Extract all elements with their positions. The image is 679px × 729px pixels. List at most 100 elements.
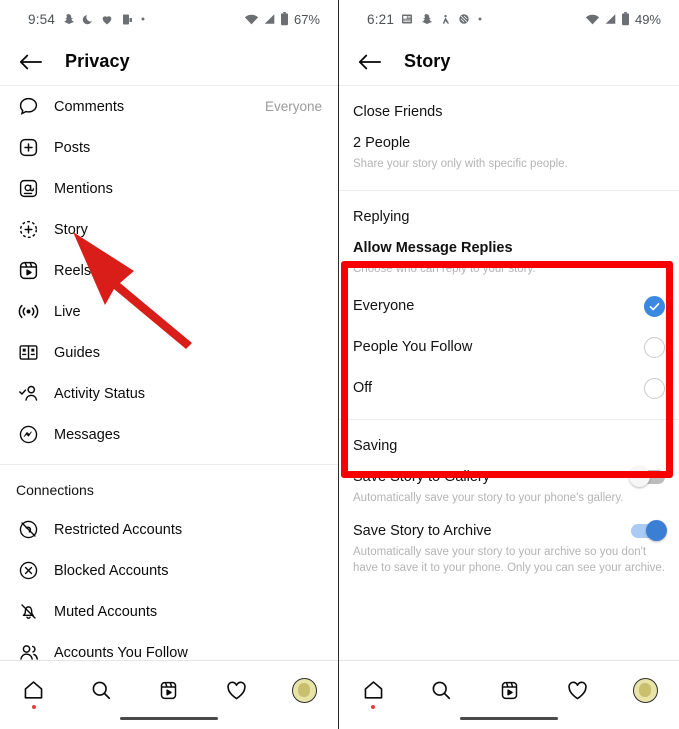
sidebar-item-label: Guides	[54, 344, 100, 361]
sports-icon	[458, 13, 470, 25]
home-notification-dot	[371, 705, 375, 709]
right-status-left: 6:21	[367, 12, 483, 27]
sidebar-item-story[interactable]: Story	[0, 209, 338, 250]
story-plus-icon	[16, 217, 41, 242]
muted-account-icon	[16, 599, 41, 624]
status-time: 9:54	[28, 11, 56, 27]
heart-icon[interactable]	[555, 673, 599, 707]
toggle-knob	[629, 465, 650, 487]
allow-message-replies-title: Allow Message Replies	[353, 240, 513, 257]
sidebar-item-activity-status[interactable]: Activity Status	[0, 373, 338, 414]
radio-unchecked-icon[interactable]	[644, 336, 665, 358]
sidebar-item-label: Restricted Accounts	[54, 521, 183, 538]
live-icon	[16, 299, 41, 324]
moon-icon	[82, 13, 93, 26]
home-icon[interactable]	[351, 673, 395, 709]
right-app-bar: Story	[339, 38, 679, 86]
radio-unchecked-icon[interactable]	[644, 377, 665, 399]
battery-percent: 49%	[634, 11, 661, 27]
wifi-icon	[244, 13, 259, 25]
section-header-close-friends: Close Friends	[353, 104, 443, 120]
sidebar-item-comments[interactable]: Comments Everyone	[0, 86, 338, 127]
battery-icon	[280, 12, 289, 26]
reels-icon[interactable]	[487, 673, 531, 707]
right-phone-screen: 6:21 49% Story Close Friends 2 People Sh…	[339, 0, 679, 729]
save-story-to-archive-row[interactable]: Save Story to Archive	[339, 514, 679, 542]
sidebar-item-label: Mentions	[54, 180, 113, 197]
sidebar-item-posts[interactable]: Posts	[0, 127, 338, 168]
sidebar-item-reels[interactable]: Reels	[0, 250, 338, 291]
avatar-face	[298, 683, 311, 697]
battery-icon	[621, 12, 630, 26]
sidebar-item-messages[interactable]: Messages	[0, 414, 338, 455]
phone-link-icon	[121, 13, 133, 26]
reels-icon	[16, 258, 41, 283]
sidebar-item-value: Everyone	[264, 99, 322, 114]
section-close-friends: Close Friends 2 People Share your story …	[339, 86, 679, 190]
avatar	[632, 677, 658, 703]
save-story-to-gallery-row[interactable]: Save Story to Gallery	[339, 460, 679, 488]
snapchat-icon	[420, 13, 433, 26]
profile-avatar[interactable]	[282, 673, 326, 707]
restricted-account-icon	[16, 517, 41, 542]
left-phone-screen: 9:54 67% Privacy Comments Everyone Posts…	[0, 0, 339, 729]
search-icon[interactable]	[419, 673, 463, 707]
dot-icon	[477, 16, 483, 22]
save-story-to-archive-description: Automatically save your story to your ar…	[353, 545, 665, 575]
comment-bubble-icon	[16, 94, 41, 119]
reply-option-people-you-follow[interactable]: People You Follow	[339, 327, 679, 368]
close-friends-row[interactable]: 2 People	[339, 126, 679, 154]
home-icon[interactable]	[12, 673, 56, 709]
person-icon	[440, 13, 451, 26]
section-header-replying: Replying	[353, 209, 410, 226]
news-icon	[401, 13, 413, 25]
at-sign-icon	[16, 176, 41, 201]
sidebar-item-accounts-you-follow[interactable]: Accounts You Follow	[0, 632, 338, 660]
sidebar-item-label: Muted Accounts	[54, 603, 158, 620]
sidebar-item-mentions[interactable]: Mentions	[0, 168, 338, 209]
left-status-bar: 9:54 67%	[0, 0, 338, 38]
back-arrow-icon[interactable]	[16, 47, 46, 77]
sidebar-item-label: Story	[54, 221, 88, 238]
reply-option-off[interactable]: Off	[339, 368, 679, 409]
sidebar-item-blocked-accounts[interactable]: Blocked Accounts	[0, 550, 338, 591]
reply-option-everyone[interactable]: Everyone	[339, 286, 679, 327]
save-story-to-archive-toggle[interactable]	[631, 519, 667, 541]
search-icon[interactable]	[79, 673, 123, 707]
sidebar-item-label: Comments	[54, 98, 125, 115]
signal-icon	[604, 13, 617, 25]
profile-avatar[interactable]	[623, 673, 667, 707]
left-status-right: 67%	[244, 12, 320, 27]
close-friends-value: 2 People	[353, 135, 411, 151]
section-header-connections: Connections	[16, 482, 94, 498]
back-arrow-icon[interactable]	[355, 47, 385, 77]
sidebar-item-label: Accounts You Follow	[54, 644, 188, 661]
wifi-icon	[585, 13, 600, 25]
page-title: Story	[404, 51, 451, 71]
sidebar-item-muted-accounts[interactable]: Muted Accounts	[0, 591, 338, 632]
sidebar-item-label: Messages	[54, 426, 121, 443]
reels-icon[interactable]	[147, 673, 191, 707]
sidebar-item-live[interactable]: Live	[0, 291, 338, 332]
radio-checked-icon[interactable]	[644, 295, 665, 317]
sidebar-item-label: Reels	[54, 262, 92, 279]
heart-icon[interactable]	[215, 673, 259, 707]
right-bottom-nav	[339, 660, 679, 729]
save-story-to-gallery-toggle[interactable]	[629, 465, 665, 487]
toggle-knob	[646, 519, 667, 541]
sidebar-item-restricted-accounts[interactable]: Restricted Accounts	[0, 509, 338, 550]
messenger-icon	[16, 422, 41, 447]
page-title: Privacy	[65, 51, 130, 71]
status-time: 6:21	[367, 11, 395, 27]
allow-message-replies-description: Choose who can reply to your story.	[353, 263, 536, 276]
section-header-saving: Saving	[353, 437, 398, 454]
left-bottom-nav	[0, 660, 338, 729]
activity-status-icon	[16, 381, 41, 406]
sidebar-item-guides[interactable]: Guides	[0, 332, 338, 373]
section-saving: Saving Save Story to Gallery Automatical…	[339, 418, 679, 595]
guides-icon	[16, 340, 41, 365]
snapchat-icon	[62, 13, 75, 26]
right-status-bar: 6:21 49%	[339, 0, 679, 38]
heart-icon	[100, 13, 114, 26]
screenshot-root: 9:54 67% Privacy Comments Everyone Posts…	[0, 0, 679, 729]
